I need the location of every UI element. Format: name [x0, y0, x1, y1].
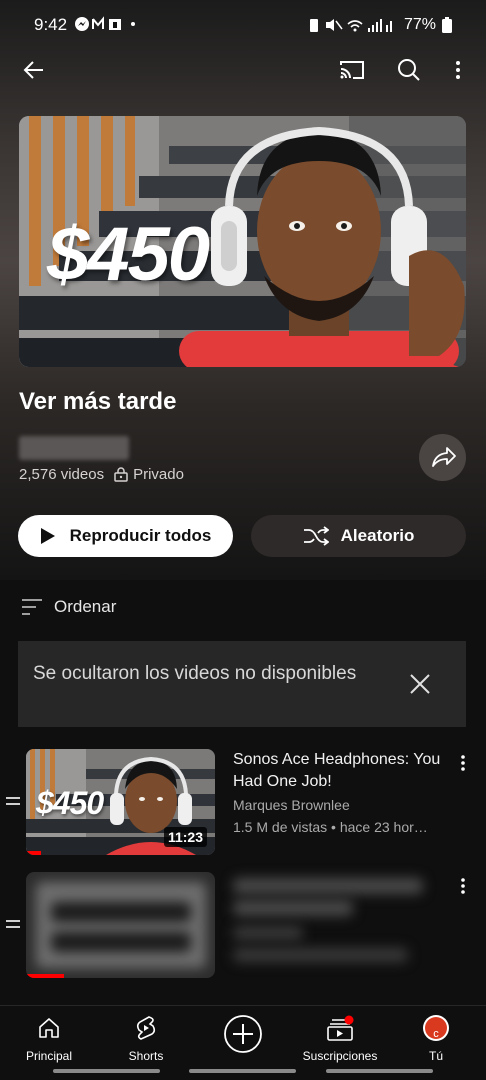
play-all-button[interactable]: Reproducir todos — [18, 515, 233, 557]
share-icon — [432, 447, 456, 467]
video-title-redacted — [233, 900, 353, 916]
top-app-bar — [0, 50, 486, 90]
back-icon[interactable] — [18, 54, 50, 86]
shuffle-icon — [303, 526, 329, 546]
privacy-label: Privado — [133, 466, 184, 483]
gesture-bar-right — [326, 1069, 433, 1073]
nav-home-label: Principal — [25, 1049, 73, 1063]
shuffle-label: Aleatorio — [340, 526, 415, 545]
nav-create[interactable] — [221, 1014, 265, 1054]
cast-icon[interactable] — [336, 54, 368, 86]
playlist-meta: 2,576 videos Privado — [19, 466, 184, 483]
video-count: 2,576 videos — [19, 466, 105, 483]
thumbnail-price-text: $450 — [36, 785, 104, 821]
thumbnail-blur — [36, 882, 206, 968]
battery-icon — [442, 17, 452, 33]
nav-subscriptions-label: Suscripciones — [302, 1049, 378, 1063]
notification-icons — [75, 15, 145, 35]
create-icon — [221, 1014, 265, 1054]
drag-handle-icon[interactable] — [6, 920, 20, 932]
nav-subscriptions[interactable]: Suscripciones — [300, 1014, 380, 1063]
avatar-letter: c — [433, 1028, 439, 1040]
status-right: 77% — [308, 16, 452, 34]
nav-shorts[interactable]: Shorts — [118, 1014, 174, 1063]
thumbnail-blur-detail — [51, 932, 191, 952]
video-thumbnail[interactable]: $450 11:23 — [26, 749, 215, 855]
owner-name-redacted — [19, 436, 129, 460]
close-icon[interactable] — [408, 672, 432, 703]
notice-text: Se ocultaron los videos no disponibles — [33, 663, 357, 684]
gesture-bar-left — [53, 1069, 160, 1073]
video-title-redacted — [233, 878, 423, 894]
playlist-thumbnail[interactable]: $450 — [19, 116, 466, 367]
video-title[interactable]: Sonos Ace Headphones: You Had One Job! — [233, 749, 448, 793]
nav-home[interactable]: Principal — [18, 1014, 80, 1063]
status-time: 9:42 — [34, 15, 68, 34]
gesture-bar-center — [189, 1069, 296, 1073]
subscriptions-icon — [300, 1014, 380, 1042]
messenger-icon — [75, 15, 136, 31]
playlist-title: Ver más tarde — [19, 388, 177, 415]
shuffle-button[interactable]: Aleatorio — [251, 515, 466, 557]
list-item[interactable] — [0, 872, 486, 982]
system-icons — [309, 19, 392, 32]
home-icon — [18, 1014, 80, 1042]
more-vert-icon[interactable] — [456, 753, 470, 773]
video-channel: Marques Brownlee — [233, 797, 350, 813]
person-illustration — [179, 126, 465, 367]
watch-progress-bar — [26, 974, 64, 978]
search-icon[interactable] — [393, 54, 425, 86]
list-item[interactable]: $450 11:23 Sonos Ace Headphones: You Had… — [0, 749, 486, 859]
video-thumbnail-redacted[interactable] — [26, 872, 215, 978]
avatar-icon: c — [418, 1014, 454, 1042]
nav-you[interactable]: c Tú — [418, 1014, 454, 1063]
sort-label: Ordenar — [54, 597, 117, 616]
video-channel-redacted — [233, 926, 303, 940]
share-button[interactable] — [419, 434, 466, 481]
status-bar: 9:42 77% — [0, 0, 486, 50]
video-meta: 1.5 M de vistas • hace 23 hor… — [233, 819, 428, 835]
shorts-icon — [118, 1014, 174, 1042]
drag-handle-icon[interactable] — [6, 797, 20, 809]
more-vert-icon[interactable] — [456, 876, 470, 896]
battery-percent: 77% — [403, 16, 436, 33]
thumbnail-blur-detail — [51, 902, 191, 922]
unavailable-videos-notice: Se ocultaron los videos no disponibles — [18, 641, 466, 727]
play-all-label: Reproducir todos — [69, 526, 212, 545]
privacy-status: Privado — [114, 466, 184, 483]
sort-icon — [22, 599, 42, 615]
sort-button[interactable]: Ordenar — [20, 597, 116, 617]
nav-you-label: Tú — [428, 1049, 443, 1063]
video-meta-redacted — [233, 948, 408, 962]
video-duration: 11:23 — [163, 827, 207, 847]
lock-icon — [114, 467, 128, 482]
play-icon — [40, 528, 55, 544]
watch-progress-bar — [26, 851, 42, 855]
nav-shorts-label: Shorts — [128, 1049, 164, 1063]
more-vert-icon[interactable] — [446, 54, 470, 86]
